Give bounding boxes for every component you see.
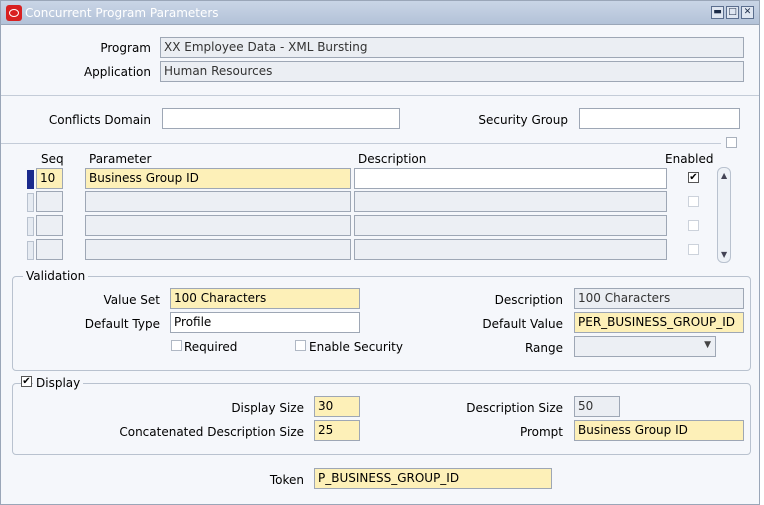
enabled-checkbox[interactable] — [688, 196, 699, 207]
default-value-label: Default Value — [482, 317, 563, 331]
parameter-cell[interactable] — [85, 215, 351, 236]
range-select[interactable]: ▼ — [574, 336, 716, 357]
description-size-label: Description Size — [466, 401, 563, 415]
seq-cell[interactable] — [36, 215, 63, 236]
description-cell[interactable] — [354, 191, 667, 212]
validation-description-field[interactable]: 100 Characters — [574, 288, 744, 309]
filters-divider — [1, 143, 721, 144]
value-set-field[interactable]: 100 Characters — [170, 288, 360, 309]
required-checkbox[interactable] — [171, 340, 182, 351]
application-label: Application — [83, 65, 151, 79]
parameter-cell[interactable]: Business Group ID — [85, 168, 351, 189]
col-enabled-header: Enabled — [665, 152, 714, 166]
row-indicator[interactable] — [27, 241, 34, 260]
default-type-label: Default Type — [84, 317, 160, 331]
row-indicator[interactable] — [27, 193, 34, 212]
concurrent-program-parameters-window: Concurrent Program Parameters ▬ □ ✕ Prog… — [0, 0, 760, 505]
chevron-down-icon[interactable]: ▼ — [704, 340, 711, 350]
token-field[interactable]: P_BUSINESS_GROUP_ID — [314, 468, 552, 489]
token-label: Token — [269, 473, 304, 487]
description-cell[interactable] — [354, 239, 667, 260]
window-title: Concurrent Program Parameters — [25, 6, 219, 20]
concat-description-size-field[interactable]: 25 — [314, 420, 360, 441]
concat-description-size-label: Concatenated Description Size — [119, 425, 304, 439]
application-field[interactable]: Human Resources — [160, 61, 744, 82]
display-size-label: Display Size — [231, 401, 304, 415]
conflicts-domain-input[interactable] — [162, 108, 400, 129]
seq-cell[interactable] — [36, 239, 63, 260]
display-title: Display — [33, 376, 84, 390]
minimize-icon[interactable]: ▬ — [711, 6, 724, 19]
value-set-label: Value Set — [103, 293, 160, 307]
maximize-icon[interactable]: □ — [726, 6, 739, 19]
description-size-field[interactable]: 50 — [574, 396, 620, 417]
security-group-input[interactable] — [579, 108, 740, 129]
default-value-field[interactable]: PER_BUSINESS_GROUP_ID — [574, 312, 744, 333]
required-label: Required — [184, 340, 238, 354]
security-group-label: Security Group — [478, 113, 568, 127]
display-group — [12, 383, 751, 455]
parameter-cell[interactable] — [85, 239, 351, 260]
validation-description-label: Description — [494, 293, 563, 307]
enable-security-checkbox[interactable] — [295, 340, 306, 351]
conflicts-domain-label: Conflicts Domain — [48, 113, 151, 127]
program-field[interactable]: XX Employee Data - XML Bursting — [160, 37, 744, 58]
row-indicator-current[interactable] — [27, 170, 34, 189]
title-bar: Concurrent Program Parameters ▬ □ ✕ — [1, 1, 759, 25]
grid-scrollbar[interactable]: ▲ ▼ — [717, 167, 731, 263]
program-label: Program — [100, 41, 151, 55]
prompt-field[interactable]: Business Group ID — [574, 420, 744, 441]
enabled-checkbox[interactable] — [688, 220, 699, 231]
col-parameter-header: Parameter — [89, 152, 152, 166]
description-cell[interactable] — [354, 215, 667, 236]
enabled-checkbox[interactable]: ✔ — [688, 172, 699, 183]
row-indicator[interactable] — [27, 217, 34, 236]
enabled-checkbox[interactable] — [688, 244, 699, 255]
col-seq-header: Seq — [41, 152, 64, 166]
scroll-down-icon[interactable]: ▼ — [721, 250, 727, 259]
enable-security-label: Enable Security — [309, 340, 403, 354]
prompt-label: Prompt — [519, 425, 563, 439]
close-icon[interactable]: ✕ — [741, 6, 754, 19]
default-type-field[interactable]: Profile — [170, 312, 360, 333]
col-description-header: Description — [358, 152, 427, 166]
oracle-app-icon — [6, 5, 22, 21]
seq-cell[interactable]: 10 — [36, 168, 63, 189]
display-size-field[interactable]: 30 — [314, 396, 360, 417]
scroll-up-icon[interactable]: ▲ — [721, 171, 727, 180]
parameter-cell[interactable] — [85, 191, 351, 212]
seq-cell[interactable] — [36, 191, 63, 212]
display-checkbox[interactable]: ✔ — [21, 376, 32, 387]
range-label: Range — [524, 341, 563, 355]
folder-checkbox[interactable] — [726, 137, 737, 148]
validation-title: Validation — [23, 269, 89, 283]
description-cell[interactable] — [354, 168, 667, 189]
header-divider — [1, 95, 759, 96]
